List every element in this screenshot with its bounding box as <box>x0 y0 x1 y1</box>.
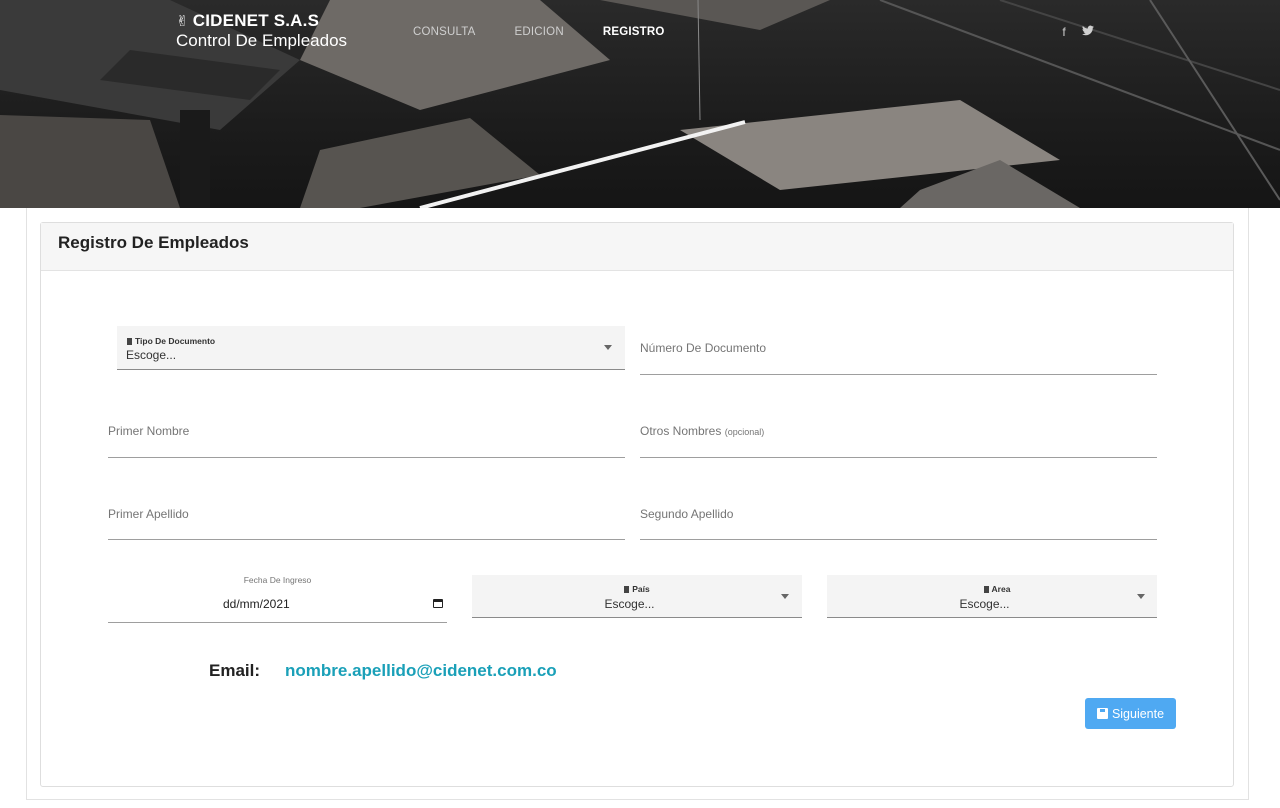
document-icon <box>624 586 630 593</box>
otros-nombres-label-row: Otros Nombres (opcional) <box>640 424 764 438</box>
email-label: Email: <box>209 661 261 680</box>
nav-edicion[interactable]: EDICION <box>515 26 564 38</box>
brand-subtitle: Control De Empleados <box>176 31 348 50</box>
email-row: Email: nombre.apellido@cidenet.com.co <box>209 661 557 681</box>
peace-hand-icon: ✌ <box>176 13 189 30</box>
chevron-down-icon <box>781 594 789 599</box>
twitter-icon[interactable] <box>1082 25 1094 39</box>
pais-caption: País <box>632 584 650 594</box>
area-caption-row: Area <box>827 584 1167 594</box>
chevron-down-icon <box>604 345 612 350</box>
siguiente-label: Siguiente <box>1111 706 1165 721</box>
brand-name: CIDENET S.A.S <box>192 11 320 30</box>
hero-banner: ✌ CIDENET S.A.S Control De Empleados CON… <box>0 0 1280 208</box>
pais-caption-row: País <box>472 584 802 594</box>
tipo-documento-caption: Tipo De Documento <box>135 336 216 346</box>
otros-nombres-label: Otros Nombres <box>640 424 722 438</box>
primer-apellido-label: Primer Apellido <box>108 507 189 521</box>
chevron-down-icon <box>1137 594 1145 599</box>
tipo-documento-caption-row: Tipo De Documento <box>127 336 215 346</box>
card-header: Registro De Empleados <box>41 223 1233 271</box>
primer-nombre-field[interactable]: Primer Nombre <box>108 410 625 458</box>
area-caption: Area <box>991 584 1011 594</box>
area-value: Escoge... <box>959 597 1010 611</box>
card-title: Registro De Empleados <box>58 233 249 252</box>
pais-value: Escoge... <box>604 597 655 611</box>
email-value: nombre.apellido@cidenet.com.co <box>285 661 557 680</box>
nav-consulta[interactable]: CONSULTA <box>413 26 476 38</box>
nav-registro[interactable]: REGISTRO <box>603 26 665 38</box>
segundo-apellido-field[interactable]: Segundo Apellido <box>640 492 1157 540</box>
brand-name-row: ✌ CIDENET S.A.S <box>176 11 347 31</box>
document-icon <box>127 338 132 345</box>
numero-documento-field[interactable]: Número De Documento <box>640 326 1157 375</box>
primer-apellido-field[interactable]: Primer Apellido <box>108 492 625 540</box>
tipo-documento-select[interactable]: Tipo De Documento Escoge... <box>117 326 625 370</box>
fecha-ingreso-label: Fecha De Ingreso <box>243 575 312 585</box>
brand[interactable]: ✌ CIDENET S.A.S Control De Empleados <box>176 11 347 51</box>
social-links: f <box>1058 25 1094 39</box>
primer-nombre-label: Primer Nombre <box>108 424 190 438</box>
pais-select[interactable]: País Escoge... <box>472 575 802 618</box>
facebook-icon[interactable]: f <box>1058 25 1070 39</box>
calendar-icon[interactable] <box>433 599 443 608</box>
otros-nombres-field[interactable]: Otros Nombres (opcional) <box>640 410 1157 458</box>
document-icon <box>983 586 989 593</box>
main-nav: CONSULTA EDICION REGISTRO <box>413 26 704 38</box>
tipo-documento-value: Escoge... <box>126 348 177 362</box>
segundo-apellido-label: Segundo Apellido <box>640 507 734 521</box>
siguiente-button[interactable]: Siguiente <box>1085 698 1176 729</box>
fecha-ingreso-field[interactable]: Fecha De Ingreso dd/mm/2021 <box>108 570 447 623</box>
numero-documento-label: Número De Documento <box>640 341 767 355</box>
otros-nombres-hint: (opcional) <box>724 427 765 437</box>
fecha-ingreso-value: dd/mm/2021 <box>223 597 290 611</box>
save-icon <box>1096 708 1108 719</box>
area-select[interactable]: Area Escoge... <box>827 575 1157 618</box>
